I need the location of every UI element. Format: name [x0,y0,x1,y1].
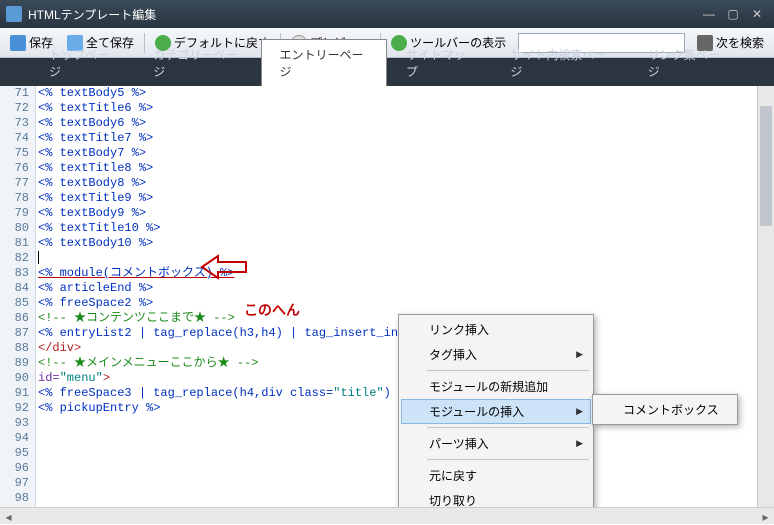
context-menu: リンク挿入タグ挿入 ▶ モジュールの新規追加モジュールの挿入 ▶ パーツ挿入 ▶ 元に戻す切… [398,314,594,507]
window-title: HTMLテンプレート編集 [28,6,698,23]
code-line[interactable]: <% module(コメントボックス) %> [38,266,774,281]
minimize-button[interactable]: — [698,5,720,23]
close-button[interactable]: ✕ [746,5,768,23]
submenu-arrow-icon: ▶ [576,349,583,360]
vertical-scrollbar[interactable] [757,86,774,507]
code-line[interactable]: <% textTitle10 %> [38,221,774,236]
save-icon [10,35,26,51]
menu-item-label: リンク挿入 [429,321,489,338]
menu-separator [427,370,589,371]
menu-separator [427,459,589,460]
code-line[interactable]: <% textBody8 %> [38,176,774,191]
menu-item-リンク挿入[interactable]: リンク挿入 [401,317,591,342]
tab-bar: トップページカテゴリーページエントリーページサイトマップサイト内検索ページリンク… [0,58,774,86]
code-line[interactable]: <% articleEnd %> [38,281,774,296]
code-line[interactable]: <% textBody10 %> [38,236,774,251]
scroll-left-button[interactable]: ◂ [0,508,17,525]
menu-item-label: パーツ挿入 [429,435,489,452]
menu-item-モジュールの新規追加[interactable]: モジュールの新規追加 [401,374,591,399]
line-number-gutter: 7172737475767778798081828384858687888990… [0,86,36,507]
submenu-arrow-icon: ▶ [576,438,583,449]
code-line[interactable]: <% textBody5 %> [38,86,774,101]
menu-item-label: 切り取り [429,492,477,507]
code-line[interactable]: <% textTitle8 %> [38,161,774,176]
menu-separator [427,427,589,428]
menu-item-label: タグ挿入 [429,346,477,363]
scroll-track[interactable] [17,508,757,524]
annotation-text: このへん [244,300,300,320]
code-line[interactable] [38,251,774,266]
window-controls: — ▢ ✕ [698,5,768,23]
tab-リンク集ページ[interactable]: リンク集ページ [629,39,744,86]
tab-サイトマップ[interactable]: サイトマップ [387,39,491,86]
horizontal-scrollbar[interactable]: ◂ ▸ [0,507,774,524]
code-line[interactable]: <% textTitle9 %> [38,191,774,206]
menu-item-モジュールの挿入[interactable]: モジュールの挿入 ▶ [401,399,591,424]
menu-item-label: モジュールの新規追加 [429,378,548,395]
code-line[interactable]: <% textBody7 %> [38,146,774,161]
menu-item-label: 元に戻す [429,467,477,484]
submenu-item-コメントボックス[interactable]: コメントボックス [595,397,735,422]
code-line[interactable]: <% textBody9 %> [38,206,774,221]
menu-item-パーツ挿入[interactable]: パーツ挿入 ▶ [401,431,591,456]
menu-item-切り取り[interactable]: 切り取り [401,488,591,507]
menu-item-タグ挿入[interactable]: タグ挿入 ▶ [401,342,591,367]
code-line[interactable]: <% textBody6 %> [38,116,774,131]
tab-カテゴリーページ[interactable]: カテゴリーページ [134,39,260,86]
app-icon [6,6,22,22]
scroll-thumb[interactable] [760,106,772,226]
code-line[interactable]: <% textTitle7 %> [38,131,774,146]
code-editor[interactable]: 7172737475767778798081828384858687888990… [0,86,774,507]
submenu-arrow-icon: ▶ [576,406,583,417]
scroll-right-button[interactable]: ▸ [757,508,774,525]
title-bar: HTMLテンプレート編集 — ▢ ✕ [0,0,774,28]
tab-エントリーページ[interactable]: エントリーページ [261,39,387,86]
menu-item-label: モジュールの挿入 [429,403,524,420]
maximize-button[interactable]: ▢ [722,5,744,23]
context-submenu: コメントボックス [592,394,738,425]
code-line[interactable]: <% freeSpace2 %> [38,296,774,311]
tab-トップページ[interactable]: トップページ [30,39,134,86]
tab-サイト内検索ページ[interactable]: サイト内検索ページ [491,39,628,86]
menu-item-元に戻す[interactable]: 元に戻す [401,463,591,488]
code-line[interactable]: <% textTitle6 %> [38,101,774,116]
